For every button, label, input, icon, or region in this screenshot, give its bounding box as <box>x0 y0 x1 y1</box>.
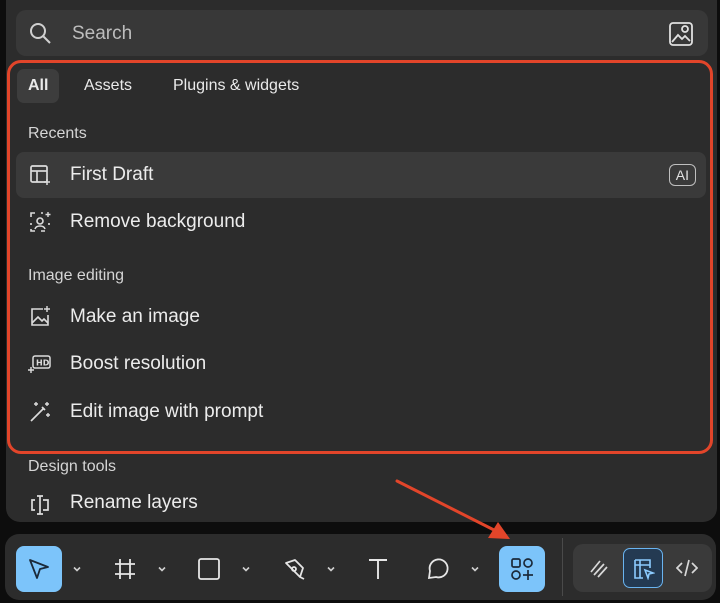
design-mode-button[interactable] <box>623 548 663 588</box>
toolbar-divider <box>562 538 563 596</box>
frame-tool-button[interactable] <box>102 546 148 592</box>
chevron-down-icon[interactable] <box>325 562 337 574</box>
list-item-remove-background[interactable]: Remove background <box>16 199 706 245</box>
section-design-tools: Design tools <box>28 458 117 475</box>
pen-icon <box>285 559 305 580</box>
section-recents: Recents <box>28 125 87 142</box>
text-icon <box>369 559 387 579</box>
chevron-down-icon[interactable] <box>156 562 168 574</box>
item-label: Edit image with prompt <box>70 401 264 422</box>
ai-badge: AI <box>668 164 696 186</box>
cursor-icon <box>29 559 49 579</box>
list-item-first-draft[interactable]: First Draft AI <box>16 152 706 198</box>
item-label: Rename layers <box>70 492 198 513</box>
chevron-down-icon[interactable] <box>469 562 481 574</box>
image-sparkle-icon <box>31 306 50 326</box>
hd-icon: HD <box>28 355 51 373</box>
tab-all[interactable]: All <box>17 69 60 103</box>
rectangle-icon <box>198 558 220 580</box>
item-label: Make an image <box>70 306 200 327</box>
actions-icon <box>511 558 533 580</box>
code-icon <box>676 559 698 577</box>
text-tool-button[interactable] <box>355 546 401 592</box>
search-bar[interactable] <box>16 10 708 58</box>
search-icon <box>30 23 51 44</box>
frame-icon <box>115 559 135 579</box>
draw-icon <box>590 560 608 578</box>
list-item-make-image[interactable]: Make an image <box>16 294 706 340</box>
draw-mode-button[interactable] <box>579 548 619 588</box>
list-item-rename-layers[interactable]: Rename layers <box>16 484 706 522</box>
chevron-down-icon[interactable] <box>240 562 252 574</box>
magic-wand-icon <box>30 402 50 422</box>
item-label: Remove background <box>70 211 246 232</box>
pen-tool-button[interactable] <box>271 546 317 592</box>
comment-icon <box>427 558 449 580</box>
mode-switcher <box>573 544 712 592</box>
dev-mode-button[interactable] <box>667 548 707 588</box>
bottom-toolbar <box>5 534 716 600</box>
chevron-down-icon[interactable] <box>71 562 83 574</box>
actions-tool-button[interactable] <box>499 546 545 592</box>
design-mode-icon <box>634 559 655 580</box>
search-input[interactable] <box>70 10 634 58</box>
tab-assets[interactable]: Assets <box>73 69 143 103</box>
rename-icon <box>31 495 49 515</box>
item-label: Boost resolution <box>70 353 207 374</box>
remove-bg-icon <box>30 212 51 232</box>
list-item-edit-image-prompt[interactable]: Edit image with prompt <box>16 389 706 435</box>
item-label: First Draft <box>70 164 154 185</box>
shape-tool-button[interactable] <box>186 546 232 592</box>
comment-tool-button[interactable] <box>415 546 461 592</box>
move-tool-button[interactable] <box>16 546 62 592</box>
image-search-icon[interactable] <box>668 21 694 47</box>
layout-ai-icon <box>30 165 50 185</box>
list-item-boost-resolution[interactable]: HD Boost resolution <box>16 341 706 387</box>
svg-text:HD: HD <box>36 359 50 368</box>
section-image-editing: Image editing <box>28 267 125 284</box>
tab-plugins-widgets[interactable]: Plugins & widgets <box>162 69 310 103</box>
